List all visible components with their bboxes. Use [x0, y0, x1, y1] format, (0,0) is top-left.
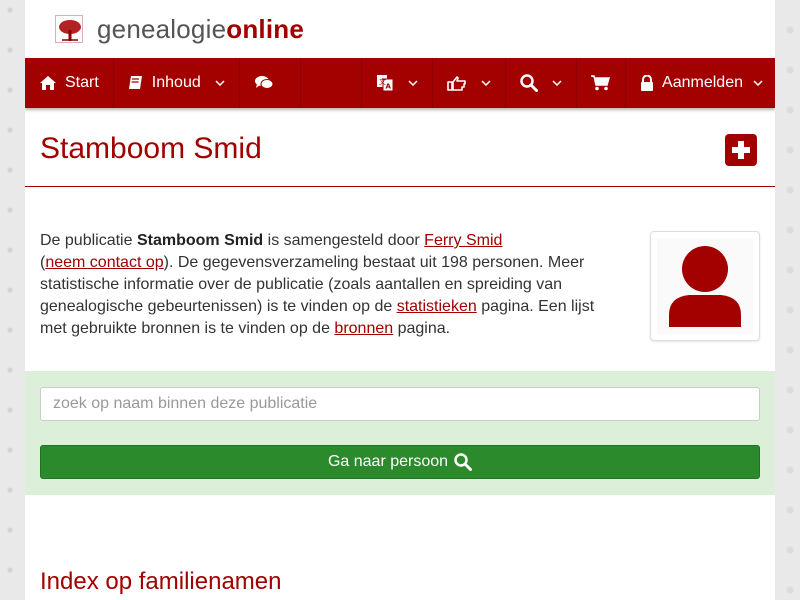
sources-link[interactable]: bronnen: [334, 320, 393, 337]
chevron-down-icon: [215, 80, 225, 86]
nav-cart[interactable]: [577, 58, 627, 108]
intro-text-6: pagina.: [393, 320, 451, 337]
page: genealogieonline Start Inhoud 文A Aanmeld…: [25, 0, 775, 600]
user-icon: [657, 238, 753, 334]
contact-link[interactable]: neem contact op: [45, 254, 163, 271]
intro-text-2: is samengesteld door: [263, 232, 425, 249]
chevron-down-icon: [408, 80, 418, 86]
add-plus-button[interactable]: [725, 134, 757, 166]
author-link[interactable]: Ferry Smid: [424, 232, 502, 249]
brand-name-part1: genealogie: [97, 13, 227, 44]
page-title: Stamboom Smid: [40, 132, 262, 165]
brand-name: genealogieonline: [97, 14, 304, 45]
home-icon: [39, 75, 57, 91]
nav-aanmelden[interactable]: Aanmelden: [626, 58, 775, 108]
family-names-index-title: Index op familienamen: [40, 568, 282, 595]
lock-icon: [640, 75, 654, 91]
brand[interactable]: genealogieonline: [55, 14, 304, 44]
nav-inhoud-label: Inhoud: [151, 74, 201, 91]
nav-inhoud[interactable]: Inhoud: [114, 58, 240, 108]
nav-start[interactable]: Start: [25, 58, 114, 108]
nav-language[interactable]: 文A: [361, 58, 434, 108]
author-avatar[interactable]: [650, 231, 760, 341]
tree-logo-icon: [55, 15, 83, 43]
nav-discussion[interactable]: [240, 58, 301, 108]
nav-start-label: Start: [65, 74, 99, 91]
chevron-down-icon: [481, 80, 491, 86]
publication-name: Stamboom Smid: [136, 232, 264, 249]
language-icon: 文A: [376, 74, 394, 92]
intro-text-1: De publicatie: [40, 232, 137, 249]
statistics-link[interactable]: statistieken: [397, 298, 477, 315]
nav-aanmelden-label: Aanmelden: [662, 74, 743, 91]
publication-intro: De publicatie Stamboom Smid is samengest…: [40, 230, 605, 340]
search-input[interactable]: [40, 387, 760, 421]
search-icon: [520, 74, 539, 92]
title-divider: [25, 186, 775, 187]
svg-text:A: A: [386, 83, 392, 91]
go-to-person-button[interactable]: Ga naar persoon: [40, 445, 760, 479]
shopping-cart-icon: [591, 75, 611, 91]
brand-name-part2: online: [226, 13, 304, 44]
nav-share[interactable]: [433, 58, 507, 108]
go-to-person-label: Ga naar persoon: [327, 453, 449, 470]
main-navbar: Start Inhoud 文A Aanmelden: [25, 58, 775, 108]
search-icon: [454, 453, 473, 471]
comments-icon: [254, 75, 274, 91]
search-section: Ga naar persoon: [25, 371, 775, 495]
nav-search[interactable]: [506, 58, 578, 108]
book-icon: [128, 75, 144, 91]
chevron-down-icon: [753, 80, 763, 86]
hand-pointer-icon: [447, 75, 467, 91]
chevron-down-icon: [552, 80, 562, 86]
